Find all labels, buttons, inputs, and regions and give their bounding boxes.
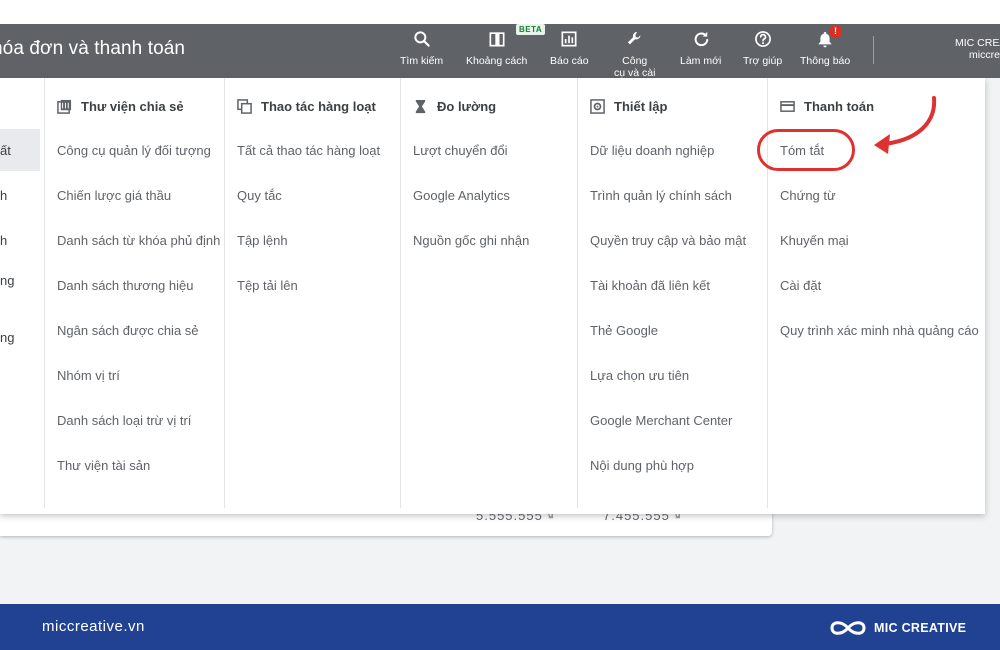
toolbar-refresh-button[interactable]: Làm mới bbox=[680, 29, 721, 67]
menu-item[interactable]: Nội dung phù hợp bbox=[590, 458, 694, 473]
menu-item[interactable]: Danh sách từ khóa phủ định bbox=[57, 233, 220, 248]
page-title: hóa đơn và thanh toán bbox=[0, 38, 186, 59]
menu-item[interactable]: Tệp tải lên bbox=[237, 278, 298, 293]
toolbar-notifications-label: Thông báo bbox=[800, 55, 851, 67]
menu-item[interactable]: Nhóm vị trí bbox=[57, 368, 120, 383]
menu-item[interactable]: Lượt chuyển đổi bbox=[413, 143, 508, 158]
left-nav-item[interactable]: ng bbox=[0, 330, 14, 345]
left-nav-item[interactable]: h bbox=[0, 188, 7, 203]
refresh-icon bbox=[694, 31, 708, 47]
menu-heading-bulk-actions: Thao tác hàng loạt bbox=[237, 99, 376, 114]
toolbar-tools-button[interactable]: Công cụ và cài bbox=[614, 29, 655, 79]
footer-brand-name: MIC CREATIVE bbox=[874, 621, 967, 635]
menu-column-bulk-actions: Thao tác hàng loạt Tất cả thao tác hàng … bbox=[224, 78, 400, 508]
footer-banner: miccreative.vn MIC CREATIVE bbox=[0, 604, 1000, 650]
library-icon bbox=[57, 99, 72, 114]
menu-item[interactable]: Quy trình xác minh nhà quảng cáo bbox=[780, 323, 979, 338]
menu-column-setup: Thiết lập Dữ liệu doanh nghiệp Trình quả… bbox=[577, 78, 767, 508]
menu-item[interactable]: Tập lệnh bbox=[237, 233, 288, 248]
menu-item[interactable]: Quyền truy cập và bảo mật bbox=[590, 233, 746, 248]
toolbar-search-button[interactable]: Tìm kiếm bbox=[400, 29, 443, 67]
menu-heading-shared-library: Thư viện chia sẻ bbox=[57, 99, 184, 114]
menu-item[interactable]: Google Merchant Center bbox=[590, 413, 732, 428]
toolbar-search-label: Tìm kiếm bbox=[400, 55, 444, 67]
account-name: MIC CREA bbox=[955, 37, 1000, 49]
left-nav-fragment: ất h h ng ng bbox=[0, 78, 40, 514]
menu-column-measurement: Đo lường Lượt chuyển đổi Google Analytic… bbox=[400, 78, 577, 508]
hourglass-icon bbox=[415, 99, 426, 114]
top-margin bbox=[0, 0, 1000, 24]
menu-item[interactable]: Lựa chọn ưu tiên bbox=[590, 368, 689, 383]
mic-creative-logo-icon bbox=[830, 621, 866, 635]
toolbar-refresh-label: Làm mới bbox=[680, 55, 722, 67]
annotation-arrow-icon bbox=[874, 96, 937, 154]
menu-heading-measurement: Đo lường bbox=[413, 99, 496, 114]
toolbar-tools-label-line1: Công bbox=[622, 55, 648, 67]
wrench-icon bbox=[627, 31, 641, 45]
beta-badge: BETA bbox=[516, 24, 546, 35]
menu-item[interactable]: Ngân sách được chia sẻ bbox=[57, 323, 199, 338]
toolbar-help-button[interactable]: Trợ giúp bbox=[743, 29, 782, 67]
columns-icon bbox=[489, 32, 505, 47]
annotation-highlight-circle bbox=[757, 129, 855, 171]
settings-box-icon bbox=[590, 99, 605, 114]
left-nav-item[interactable]: h bbox=[0, 233, 7, 248]
menu-item[interactable]: Tài khoản đã liên kết bbox=[590, 278, 710, 293]
copy-icon bbox=[237, 99, 252, 114]
menu-item[interactable]: Quy tắc bbox=[237, 188, 282, 203]
toolbar-help-label: Trợ giúp bbox=[743, 55, 783, 67]
menu-item[interactable]: Khuyến mại bbox=[780, 233, 849, 248]
menu-item[interactable]: Chứng từ bbox=[780, 188, 836, 203]
footer-site-link: miccreative.vn bbox=[42, 618, 145, 635]
menu-item[interactable]: Trình quản lý chính sách bbox=[590, 188, 732, 203]
search-icon bbox=[413, 31, 430, 47]
left-nav-item[interactable]: ng bbox=[0, 273, 14, 288]
account-id: miccre bbox=[969, 49, 1000, 61]
report-icon bbox=[561, 31, 577, 47]
left-nav-item[interactable]: ất bbox=[0, 143, 11, 158]
help-icon bbox=[754, 31, 771, 47]
menu-item[interactable]: Thư viện tài sản bbox=[57, 458, 150, 473]
menu-item[interactable]: Nguồn gốc ghi nhận bbox=[413, 233, 529, 248]
menu-item[interactable]: Danh sách thương hiệu bbox=[57, 278, 193, 293]
menu-column-shared-library: Thư viện chia sẻ Công cụ quản lý đối tượ… bbox=[44, 78, 224, 508]
credit-card-icon bbox=[780, 101, 795, 112]
menu-item[interactable]: Dữ liệu doanh nghiệp bbox=[590, 143, 714, 158]
menu-item[interactable]: Chiến lược giá thầu bbox=[57, 188, 171, 203]
footer-brand: MIC CREATIVE bbox=[828, 616, 966, 640]
menu-item[interactable]: Thẻ Google bbox=[590, 323, 658, 338]
toolbar-columns-label: Khoảng cách bbox=[466, 55, 528, 67]
toolbar-reports-button[interactable]: Báo cáo bbox=[550, 29, 589, 67]
menu-item[interactable]: Cài đặt bbox=[780, 278, 821, 293]
top-bar: hóa đơn và thanh toán Tìm kiếm Khoảng cá… bbox=[0, 24, 1000, 79]
toolbar-notifications-button[interactable]: Thông báo bbox=[800, 29, 850, 67]
menu-item[interactable]: Danh sách loại trừ vị trí bbox=[57, 413, 191, 428]
toolbar-reports-label: Báo cáo bbox=[550, 55, 589, 67]
menu-item[interactable]: Google Analytics bbox=[413, 188, 510, 203]
toolbar-divider bbox=[873, 36, 874, 64]
account-switcher[interactable]: MIC CREA miccre bbox=[955, 37, 1000, 61]
notification-badge: ! bbox=[829, 25, 842, 38]
menu-heading-setup: Thiết lập bbox=[590, 99, 667, 114]
menu-item[interactable]: Tất cả thao tác hàng loạt bbox=[237, 143, 380, 158]
menu-heading-billing: Thanh toán bbox=[780, 99, 874, 114]
menu-item[interactable]: Công cụ quản lý đối tượng bbox=[57, 143, 211, 158]
